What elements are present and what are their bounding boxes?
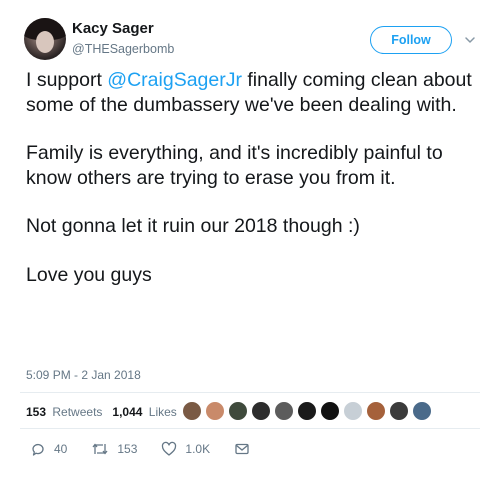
tweet-paragraph-1: I support @CraigSagerJr finally coming c… (26, 68, 486, 117)
tweet-stats: 153 Retweets 1,044 Likes (26, 402, 187, 422)
tweet-paragraph-3: Not gonna let it ruin our 2018 though :) (26, 215, 360, 237)
liker-avatar-5[interactable] (274, 401, 294, 421)
avatar-face (36, 31, 54, 53)
author-handle[interactable]: @THESagerbomb (72, 40, 174, 58)
liker-avatar-11[interactable] (412, 401, 432, 421)
reply-icon (32, 443, 44, 456)
mention-link[interactable]: @CraigSagerJr (107, 69, 242, 91)
retweet-count: 153 (117, 442, 138, 456)
likes-label: Likes (148, 405, 177, 419)
author-display-name[interactable]: Kacy Sager (72, 20, 174, 38)
liker-avatar-1[interactable] (182, 401, 202, 421)
liker-avatar-10[interactable] (389, 401, 409, 421)
like-action[interactable]: 1.0K (161, 441, 210, 457)
likes-count: 1,044 (112, 405, 143, 419)
tweet-text-prefix: I support (26, 69, 108, 91)
retweets-label: Retweets (52, 405, 103, 419)
tweet-body: I support @CraigSagerJr finally coming c… (26, 68, 486, 287)
author-avatar[interactable] (24, 18, 66, 60)
liker-avatar-3[interactable] (228, 401, 248, 421)
follow-button[interactable]: Follow (370, 26, 452, 54)
retweet-action[interactable]: 153 (91, 441, 137, 457)
chevron-down-icon[interactable] (464, 34, 476, 46)
tweet-actions: 40 153 1.0K (30, 440, 282, 458)
retweets-stat[interactable]: 153 Retweets (26, 405, 102, 419)
envelope-icon (235, 443, 249, 455)
liker-avatar-7[interactable] (320, 401, 340, 421)
divider-bottom (20, 428, 480, 429)
liker-avatar-6[interactable] (297, 401, 317, 421)
liker-avatar-default-8[interactable] (343, 401, 363, 421)
tweet-header: Kacy Sager @THESagerbomb Follow (20, 14, 486, 64)
author-name-block[interactable]: Kacy Sager @THESagerbomb (72, 20, 174, 58)
divider-top (20, 392, 480, 393)
liker-avatar-4[interactable] (251, 401, 271, 421)
reply-action[interactable]: 40 (30, 441, 67, 457)
tweet-paragraph-4: Love you guys (26, 263, 152, 286)
reply-count: 40 (54, 442, 68, 456)
liker-avatar-2[interactable] (205, 401, 225, 421)
like-count: 1.0K (185, 442, 211, 456)
liker-avatar-9[interactable] (366, 401, 386, 421)
heart-icon (162, 441, 177, 456)
retweet-icon (92, 443, 108, 455)
tweet-timestamp[interactable]: 5:09 PM - 2 Jan 2018 (26, 368, 141, 382)
liker-avatars (182, 401, 435, 423)
retweets-count: 153 (26, 405, 47, 419)
likes-stat[interactable]: 1,044 Likes (112, 405, 176, 419)
direct-message-action[interactable] (234, 441, 258, 457)
tweet-paragraph-2: Family is everything, and it's incredibl… (26, 142, 443, 189)
